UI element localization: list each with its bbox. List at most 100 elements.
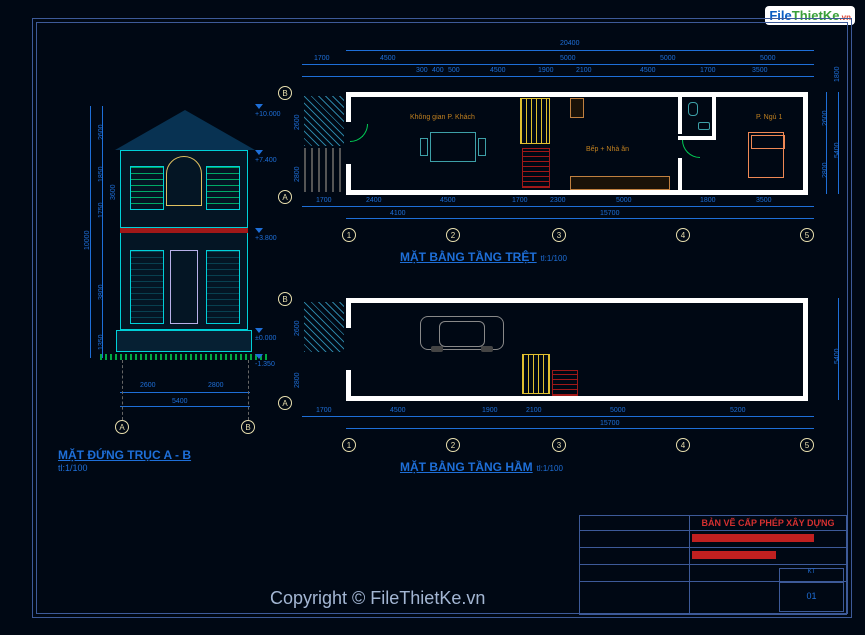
dim-h3: 1750 [98,202,105,218]
tb-header: BẢN VẼ CẤP PHÉP XÂY DỰNG [690,516,846,530]
label-bed1: P. Ngủ 1 [756,114,782,121]
bp-dim-rs: 15700 [600,420,619,427]
bp-axis-a-l: A [278,396,292,410]
bed [748,132,784,178]
bp-wall-bot [346,396,806,401]
door-lower-left [130,250,164,324]
gp-axis-5: 5 [800,228,814,242]
bp-s-l-up: 2600 [294,320,301,336]
bp-dim1: 4500 [390,407,406,414]
ground-floor-plan: Không gian P. Khách Bếp + Nhà ăn P. Ngủ … [300,92,810,202]
dim-h2: 1850 [98,166,105,182]
wall-right [803,92,808,195]
dim-b5b: 1800 [700,197,716,204]
label-living: Không gian P. Khách [410,114,475,121]
dim-b4: 5000 [616,197,632,204]
sofa-set [430,132,476,162]
bp-axis-b-l: B [278,292,292,306]
toilet-basin [698,122,710,130]
wall-bottom [346,190,806,195]
level-ridge: +10.000 [255,104,281,118]
dim-b3b: 2300 [550,197,566,204]
tb-sheet-label: KT [780,569,843,583]
dim-t7c: 3500 [752,67,768,74]
bp-wall-top [346,298,806,303]
ground-hatch [100,354,268,360]
axis-a: A [115,420,129,434]
door-lower-right [206,250,240,324]
dim-chain-v2 [102,106,103,358]
gp-axis-b-l: B [278,86,292,100]
partition-1 [678,92,682,134]
axis-b: B [241,420,255,434]
dim-t3: 4500 [490,67,506,74]
dim-b-porch: 1700 [316,197,332,204]
dim-t6: 5000 [560,55,576,62]
axis-b-line [248,360,249,420]
dim-s-lower: 2800 [822,162,829,178]
elevation-title: MẶT ĐỨNG TRỤC A - B [58,448,191,462]
wall-top [346,92,806,97]
basement-plan [300,298,810,408]
gp-axis-a-l: A [278,190,292,204]
dim-h-left: 2600 [140,382,156,389]
bp-dim2b: 2100 [526,407,542,414]
dim-t4: 1900 [538,67,554,74]
elevation-view: +10.000 +7.400 +3.800 ±0.000 -1.350 1000… [60,110,260,450]
bp-axis-5: 5 [800,438,814,452]
dim-t6c: 5000 [760,55,776,62]
dim-h-line1 [120,392,250,393]
front-door-swing [350,124,368,142]
gp-axis-2: 2 [446,228,460,242]
wall-left-bot [346,164,351,194]
dim-t2c: 500 [448,67,460,74]
bp-dim-porch: 1700 [316,407,332,414]
gp-s-l-up: 2600 [294,114,301,130]
bp-dim3: 5000 [610,407,626,414]
bp-wall-r [803,298,808,401]
window-upper-left [130,166,164,210]
arch-window [166,156,202,206]
basement-plan-title: MẶT BẰNG TẦNG HẦMtl:1/100 [400,460,563,474]
car-cabin [439,321,485,347]
bp-stair-landing [552,370,578,396]
bp-dim2a: 1900 [482,407,498,414]
dim-t2b: 400 [432,67,444,74]
toilet-wc [688,102,698,116]
dim-t7a: 4500 [640,67,656,74]
dim-roof: 2600 [98,124,105,140]
porch-roof-hatch [304,96,344,146]
bp-s-l-lo: 2800 [294,372,301,388]
bedroom-door-swing [682,140,700,158]
dim-s-upper: 2600 [822,110,829,126]
tb-redbar-2 [692,551,776,559]
gp-axis-1: 1 [342,228,356,242]
dim-b-rightspan: 15700 [600,210,619,217]
axis-a-line [122,360,123,420]
dim-b2: 4500 [440,197,456,204]
dim-lowerstorey: 3800 [98,284,105,300]
window-upper-right [206,166,240,210]
dim-b-leftspan: 4100 [390,210,406,217]
bp-axis-4: 4 [676,438,690,452]
dim-h-right: 2800 [208,382,224,389]
dim-t6b: 5000 [660,55,676,62]
bp-wall-lt [346,298,351,328]
dim-plinth: 1350 [98,334,105,350]
bp-dim-s-total: 5400 [834,348,841,364]
dim-upper-pair: 3600 [110,184,117,200]
dim-t5: 2100 [576,67,592,74]
porch-steps [304,148,344,192]
bp-axis-2: 2 [446,438,460,452]
dim-b1: 2400 [366,197,382,204]
dim-t-porch: 1700 [314,55,330,62]
ground-plan-title: MẶT BẰNG TẦNG TRỆTtl:1/100 [400,250,567,264]
dim-s-total: 5400 [834,142,841,158]
partition-2 [712,92,716,140]
bp-stair [522,354,550,394]
bp-axis-3: 3 [552,438,566,452]
bp-hatch [304,302,344,352]
gp-axis-4: 4 [676,228,690,242]
tb-sheet-no: 01 [780,583,843,611]
roof [115,110,255,150]
